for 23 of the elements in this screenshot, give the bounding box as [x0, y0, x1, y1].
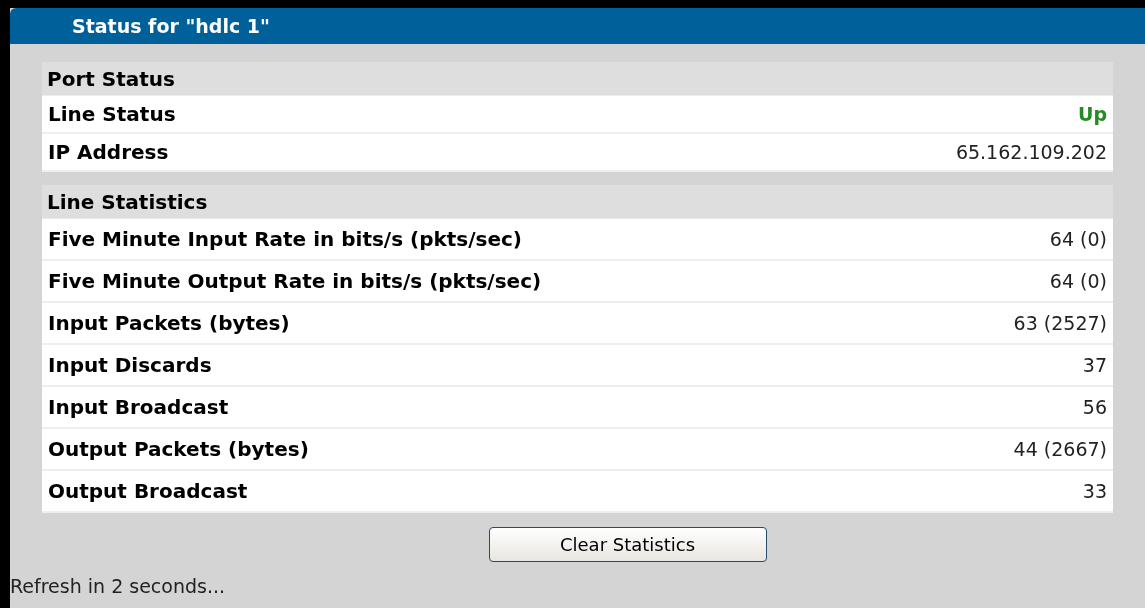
row-value: 63 (2527) — [1013, 310, 1107, 336]
row-label: Input Packets (bytes) — [48, 310, 290, 337]
refresh-message: Refresh in 2 seconds... — [10, 577, 227, 596]
row-value: 37 — [1082, 352, 1107, 378]
row-label: Input Discards — [48, 352, 212, 379]
row-label: Five Minute Input Rate in bits/s (pkts/sec) — [48, 226, 522, 253]
section-heading: Line Statistics — [47, 188, 208, 216]
row-value: 33 — [1082, 478, 1107, 504]
row-value: 56 — [1082, 394, 1107, 420]
row-label: Output Broadcast — [48, 478, 248, 505]
window-title: Status for "hdlc 1" — [72, 13, 270, 39]
section-heading: Port Status — [47, 65, 175, 93]
row-value: 64 (0) — [1049, 226, 1107, 252]
row-label: IP Address — [48, 139, 169, 166]
row-value: 44 (2667) — [1013, 436, 1107, 462]
clear-statistics-button[interactable]: Clear Statistics — [488, 527, 767, 562]
row-value: Up — [1077, 101, 1107, 127]
row-value: 65.162.109.202 — [955, 139, 1107, 165]
row-value: 64 (0) — [1049, 268, 1107, 294]
row-label: Output Packets (bytes) — [48, 436, 309, 463]
row-label: Five Minute Output Rate in bits/s (pkts/sec) — [48, 268, 542, 295]
row-label: Line Status — [48, 101, 176, 128]
row-label: Input Broadcast — [48, 394, 229, 421]
